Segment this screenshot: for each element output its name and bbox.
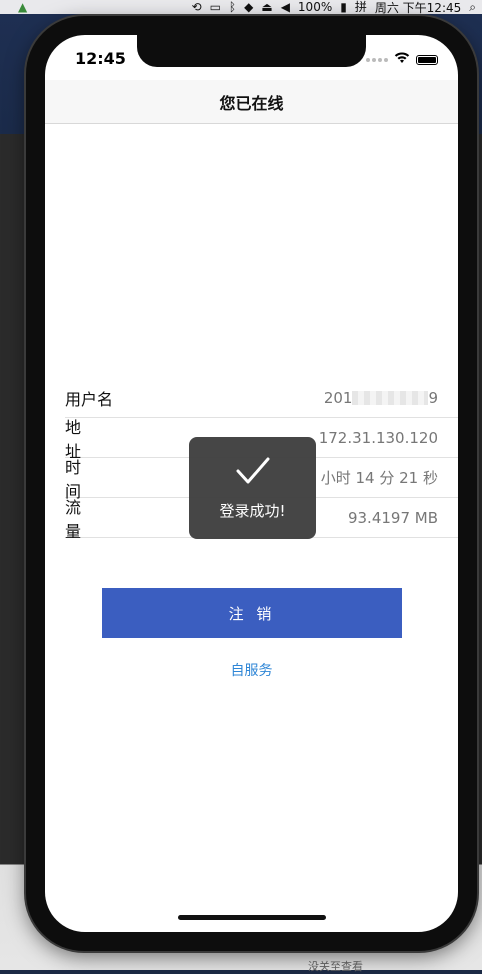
background-window-left: [0, 134, 28, 864]
status-bar-time: 12:45: [75, 49, 126, 68]
iphone-simulator: 12:45 您已在线 用户名 2019 地 址 172.31.130.120 时…: [26, 16, 477, 951]
volume-icon[interactable]: ◀: [281, 1, 290, 13]
logout-button[interactable]: 注 销: [102, 588, 402, 638]
status-bar-indicators: [366, 52, 438, 67]
info-row-username: 用户名 2019: [65, 378, 458, 418]
mac-menubar: ▲ ⟲ ▭ ᛒ ◆ ⏏ ◀ 100% ▮ 拼 周六 下午12:45 ⌕: [0, 0, 482, 14]
battery-percent[interactable]: 100%: [298, 0, 332, 14]
navigation-bar: 您已在线: [45, 80, 458, 124]
phone-screen: 12:45 您已在线 用户名 2019 地 址 172.31.130.120 时…: [45, 35, 458, 932]
time-value: 小时 14 分 21 秒: [321, 467, 438, 488]
spotlight-search-icon[interactable]: ⌕: [469, 1, 476, 13]
background-text: 没关至查看: [308, 958, 363, 974]
self-service-link[interactable]: 自服务: [45, 660, 458, 680]
input-method[interactable]: 拼: [355, 1, 367, 13]
username-label: 用户名: [65, 386, 135, 410]
battery-icon: [416, 55, 438, 65]
eject-icon[interactable]: ⏏: [261, 1, 272, 13]
redacted-mask: [352, 391, 428, 405]
traffic-label: 流 量: [65, 494, 135, 542]
time-machine-icon[interactable]: ⟲: [192, 1, 202, 13]
username-value: 2019: [324, 389, 438, 407]
bluetooth-icon[interactable]: ᛒ: [229, 1, 236, 13]
success-toast: 登录成功!: [189, 437, 316, 539]
app-logo-icon[interactable]: ▲: [18, 1, 27, 13]
battery-charging-icon[interactable]: ▮: [340, 1, 347, 13]
menubar-clock[interactable]: 周六 下午12:45: [375, 0, 461, 16]
toast-message: 登录成功!: [219, 500, 285, 521]
check-icon: [235, 456, 271, 492]
menubar-status: ⟲ ▭ ᛒ ◆ ⏏ ◀ 100% ▮ 拼 周六 下午12:45 ⌕: [192, 0, 482, 16]
vpn-icon[interactable]: ◆: [244, 1, 253, 13]
airplay-icon[interactable]: ▭: [210, 1, 221, 13]
traffic-value: 93.4197 MB: [348, 509, 438, 527]
home-indicator[interactable]: [178, 915, 326, 920]
wifi-icon: [394, 52, 410, 67]
address-value: 172.31.130.120: [319, 429, 438, 447]
notch: [137, 35, 366, 67]
signal-icon: [366, 58, 388, 62]
page-title: 您已在线: [219, 90, 283, 114]
